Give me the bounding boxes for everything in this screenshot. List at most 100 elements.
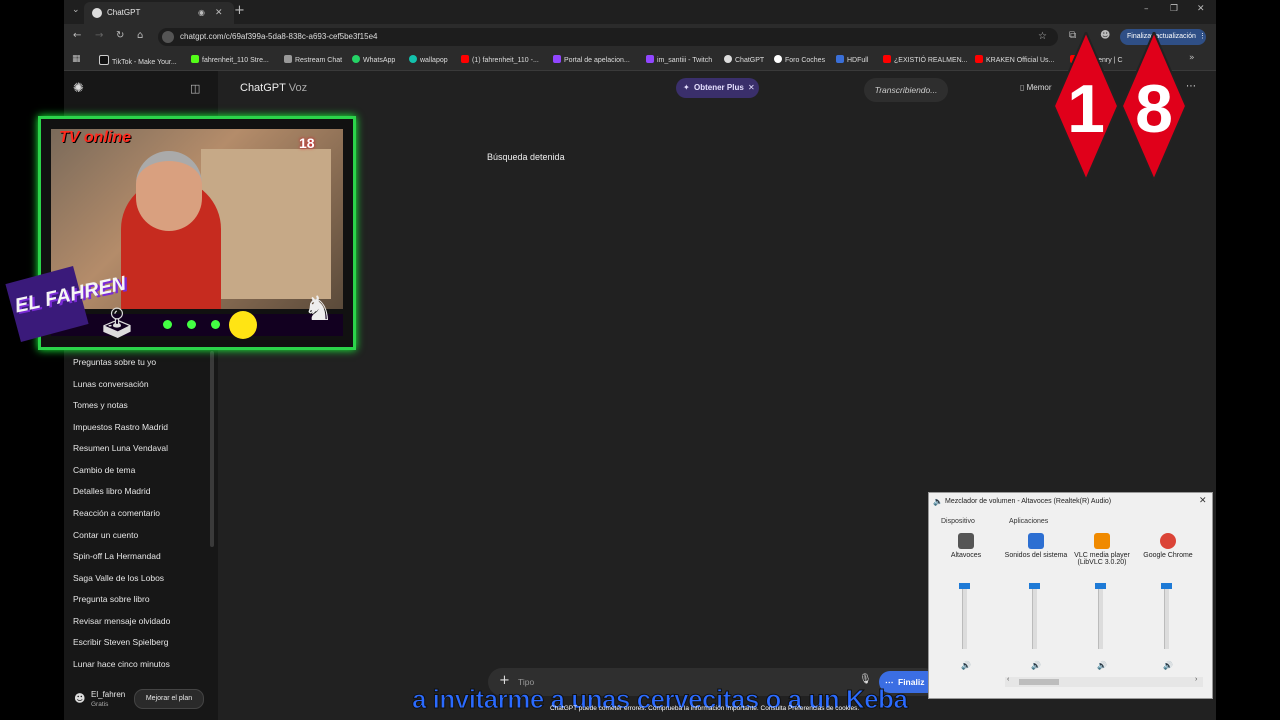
sidebar-item[interactable]: Impuestos Rastro Madrid: [73, 422, 168, 432]
bookmark-item[interactable]: im_santiii - Twitch: [646, 55, 712, 64]
memory-button[interactable]: ▯ Memor: [1020, 83, 1052, 92]
volume-slider-chrome[interactable]: [1164, 583, 1169, 649]
disclaimer-text: ChatGPT puede cometer errores. Comprueba…: [550, 705, 860, 712]
url-bar[interactable]: chatgpt.com/c/69af399a-5da8-838c-a693-ce…: [158, 28, 1058, 46]
chatgpt-favicon-icon: [92, 8, 102, 18]
speaker-icon: 🔈: [933, 497, 943, 506]
bookmark-item[interactable]: KRAKEN Official Us...: [975, 55, 1054, 64]
model-title[interactable]: ChatGPT Voz: [240, 82, 307, 94]
wallapop-icon: [409, 55, 417, 63]
mute-altavoces-icon[interactable]: 🔊: [961, 661, 971, 670]
bookmark-item[interactable]: ¿EXISTIÓ REALMEN...: [883, 55, 968, 64]
chatgpt-logo-icon[interactable]: ✺: [73, 81, 84, 96]
apps-section-label: Aplicaciones: [1009, 518, 1049, 525]
volume-slider-system-sounds[interactable]: [1032, 583, 1037, 649]
site-info-icon[interactable]: [162, 31, 174, 43]
chrome-icon: [1160, 533, 1176, 549]
astronaut-icon: ♞: [303, 289, 334, 329]
device-section-label: Dispositivo: [941, 518, 975, 525]
apps-grid-icon[interactable]: ▦: [72, 54, 81, 64]
bookmark-item[interactable]: Portal de apelacion...: [553, 55, 630, 64]
bookmark-item[interactable]: Foro Coches: [774, 55, 825, 64]
sidebar-item[interactable]: Contar un cuento: [73, 530, 138, 540]
scroll-right-icon[interactable]: ›: [1195, 676, 1197, 683]
volume-knob[interactable]: [1161, 583, 1172, 589]
mixer-close-icon[interactable]: ✕: [1199, 496, 1207, 506]
forward-icon[interactable]: →: [95, 30, 103, 41]
volume-slider-vlc[interactable]: [1098, 583, 1103, 649]
tab-title: ChatGPT: [107, 8, 141, 17]
window-close-icon[interactable]: ✕: [1197, 4, 1205, 14]
upgrade-plan-button[interactable]: Mejorar el plan: [134, 689, 204, 709]
pacman-dot-icon: [211, 320, 220, 329]
bookmark-item[interactable]: WhatsApp: [352, 55, 395, 64]
volume-slider-altavoces[interactable]: [962, 583, 967, 649]
volume-knob[interactable]: [1029, 583, 1040, 589]
bookmark-label: Foro Coches: [785, 57, 826, 64]
sidebar-item[interactable]: Reacción a comentario: [73, 508, 160, 518]
sidebar-scrollbar[interactable]: [210, 351, 214, 547]
channel-name: Google Chrome: [1143, 552, 1193, 559]
bookmark-item[interactable]: HDFull: [836, 55, 868, 64]
stopped-search-text: Búsqueda detenida: [487, 152, 565, 162]
more-bookmarks-icon[interactable]: »: [1189, 53, 1195, 63]
sidebar-item[interactable]: Detalles libro Madrid: [73, 486, 150, 496]
home-icon[interactable]: ⌂: [137, 30, 143, 41]
tab-search-icon[interactable]: ⌄: [72, 5, 80, 15]
mute-system-sounds-icon[interactable]: 🔊: [1031, 661, 1041, 670]
dismiss-plus-icon[interactable]: ✕: [748, 78, 755, 98]
mute-vlc-icon[interactable]: 🔊: [1097, 661, 1107, 670]
bookmark-item[interactable]: wallapop: [409, 55, 448, 64]
el-fahren-logo: EL FAHREN 🕹: [5, 265, 136, 358]
bookmark-item[interactable]: (1) fahrenheit_110 -...: [461, 55, 539, 64]
whatsapp-icon: [352, 55, 360, 63]
kick-icon: [191, 55, 199, 63]
mute-chrome-icon[interactable]: 🔊: [1163, 661, 1173, 670]
sidebar-item[interactable]: Escribir Steven Spielberg: [73, 637, 168, 647]
sidebar-item[interactable]: Spin-off La Hermandad: [73, 551, 161, 561]
bookmark-item[interactable]: ChatGPT: [724, 55, 764, 64]
sidebar-item[interactable]: Resumen Luna Vendaval: [73, 443, 168, 453]
channel-system-sounds: Sonidos del sistema: [1004, 529, 1068, 559]
digit-one: 1: [1067, 71, 1105, 147]
channel-name: Sonidos del sistema: [1004, 552, 1068, 559]
sidebar-item[interactable]: Saga Valle de los Lobos: [73, 573, 164, 583]
restore-icon[interactable]: ❐: [1170, 4, 1178, 14]
bookmark-item[interactable]: Restream Chat: [284, 55, 342, 64]
scroll-left-icon[interactable]: ‹: [1007, 676, 1009, 683]
bookmark-label: TikTok - Make Your...: [112, 59, 177, 66]
tab-close-icon[interactable]: ✕: [215, 2, 223, 24]
sidebar-item[interactable]: Revisar mensaje olvidado: [73, 616, 170, 626]
sidebar-item[interactable]: Pregunta sobre libro: [73, 594, 150, 604]
audio-indicator-icon: ◉: [198, 8, 205, 17]
sidebar-item[interactable]: Lunas conversación: [73, 379, 149, 389]
sidebar-item[interactable]: Tomes y notas: [73, 400, 128, 410]
bookmark-item[interactable]: fahrenheit_110 Stre...: [191, 55, 269, 64]
bookmark-label: wallapop: [420, 57, 448, 64]
bookmark-item[interactable]: TikTok - Make Your...: [99, 55, 177, 66]
user-profile[interactable]: ☻ El_fahren Gratis Mejorar el plan: [64, 681, 218, 720]
bookmark-label: fahrenheit_110 Stre...: [202, 57, 269, 64]
model-mode-text: Voz: [288, 82, 308, 94]
bookmark-star-icon[interactable]: ☆: [1038, 28, 1047, 46]
tab-chatgpt[interactable]: ChatGPT ◉ ✕: [84, 2, 234, 24]
sidebar-item[interactable]: Preguntas sobre tu yo: [73, 357, 156, 367]
bookmark-label: im_santiii - Twitch: [657, 57, 713, 64]
get-plus-button[interactable]: ✦ Obtener Plus ✕: [676, 78, 759, 98]
volume-knob[interactable]: [1095, 583, 1106, 589]
bookmark-label: Restream Chat: [295, 57, 343, 64]
toggle-sidebar-icon[interactable]: ◫: [190, 82, 200, 95]
youtube-icon: [461, 55, 469, 63]
age-rating-badge: 18: [299, 135, 315, 151]
scrollbar-thumb[interactable]: [1019, 679, 1059, 685]
sidebar-item[interactable]: Cambio de tema: [73, 465, 135, 475]
back-icon[interactable]: ←: [73, 30, 81, 41]
sidebar-item[interactable]: Lunar hace cinco minutos: [73, 659, 170, 669]
user-name: El_fahren: [91, 690, 126, 699]
volume-knob[interactable]: [959, 583, 970, 589]
hdfull-icon: [836, 55, 844, 63]
reload-icon[interactable]: ↻: [116, 30, 124, 41]
horizontal-scrollbar[interactable]: ‹ ›: [1005, 676, 1203, 687]
minimize-icon[interactable]: –: [1144, 4, 1149, 14]
new-tab-icon[interactable]: +: [234, 3, 245, 18]
